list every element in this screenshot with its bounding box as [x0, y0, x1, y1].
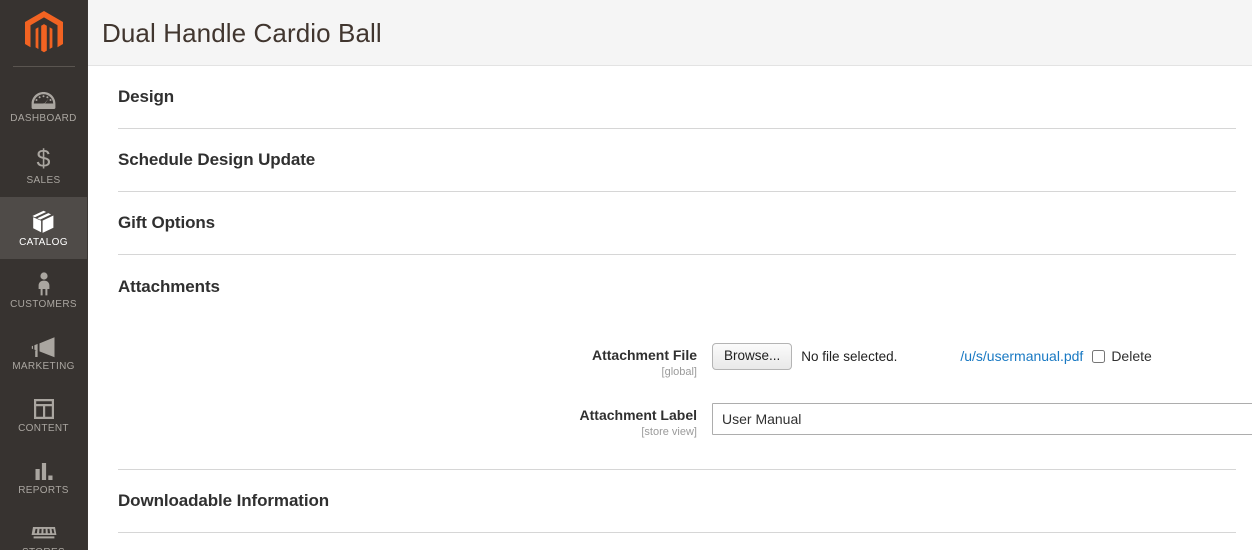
- page-header: Dual Handle Cardio Ball: [88, 0, 1252, 66]
- sidebar-item-reports[interactable]: REPORTS: [0, 445, 87, 507]
- box-icon: [31, 208, 56, 234]
- no-file-selected-text: No file selected.: [801, 348, 898, 364]
- attachment-label-input[interactable]: [712, 403, 1252, 435]
- attachment-label-control: [712, 403, 1252, 435]
- layout-grid-icon: [33, 394, 55, 420]
- sidebar-item-catalog[interactable]: CATALOG: [0, 197, 87, 259]
- magento-logo-icon: [24, 11, 63, 53]
- product-form-sections: Design Schedule Design Update Gift Optio…: [88, 66, 1252, 533]
- sidebar-label-marketing: MARKETING: [12, 361, 75, 372]
- section-title-schedule-design-update[interactable]: Schedule Design Update: [118, 129, 1236, 191]
- section-design[interactable]: Design: [118, 66, 1236, 129]
- sidebar-label-sales: SALES: [26, 175, 61, 186]
- sidebar-item-sales[interactable]: $ SALES: [0, 135, 87, 197]
- attachment-file-control: Browse... No file selected. /u/s/userman…: [712, 343, 1152, 370]
- section-gift-options[interactable]: Gift Options: [118, 192, 1236, 255]
- sidebar-item-marketing[interactable]: MARKETING: [0, 321, 87, 383]
- dollar-sign-icon: $: [36, 145, 51, 173]
- section-title-attachments[interactable]: Attachments: [118, 255, 1236, 315]
- section-title-gift-options[interactable]: Gift Options: [118, 192, 1236, 254]
- attachment-label-label-group: Attachment Label [store view]: [118, 403, 712, 439]
- sidebar-item-dashboard[interactable]: DASHBOARD: [0, 73, 87, 135]
- sidebar-label-content: CONTENT: [18, 423, 69, 434]
- file-input-group[interactable]: Browse... No file selected.: [712, 343, 897, 370]
- page-title: Dual Handle Cardio Ball: [102, 17, 382, 48]
- section-attachments: Attachments Attachment File [global] Bro…: [118, 255, 1252, 470]
- dashboard-gauge-icon: [31, 84, 56, 110]
- attachment-file-scope: [global]: [661, 366, 697, 378]
- attachment-file-label: Attachment File: [591, 347, 697, 363]
- attachments-body: Attachment File [global] Browse... No fi…: [118, 315, 1252, 469]
- section-downloadable-information[interactable]: Downloadable Information: [118, 470, 1236, 533]
- admin-sidebar: DASHBOARD $ SALES CATALOG CUSTOMERS MARK…: [0, 0, 88, 550]
- delete-attachment-label[interactable]: Delete: [1111, 348, 1151, 365]
- sidebar-label-reports: REPORTS: [18, 485, 69, 496]
- sidebar-item-stores[interactable]: STORES: [0, 507, 87, 550]
- sidebar-label-dashboard: DASHBOARD: [10, 113, 77, 124]
- magento-logo[interactable]: [0, 0, 87, 66]
- attachment-label-scope: [store view]: [641, 426, 697, 438]
- attachment-file-link[interactable]: /u/s/usermanual.pdf: [960, 348, 1083, 365]
- attachment-label-row: Attachment Label [store view]: [118, 403, 1252, 439]
- delete-attachment-group[interactable]: Delete: [1092, 348, 1152, 365]
- main-content: Dual Handle Cardio Ball Design Schedule …: [88, 0, 1252, 550]
- storefront-icon: [31, 518, 57, 544]
- magento-admin-page: DASHBOARD $ SALES CATALOG CUSTOMERS MARK…: [0, 0, 1252, 550]
- sidebar-item-customers[interactable]: CUSTOMERS: [0, 259, 87, 321]
- section-schedule-design-update[interactable]: Schedule Design Update: [118, 129, 1236, 192]
- section-title-design[interactable]: Design: [118, 66, 1236, 128]
- sidebar-label-customers: CUSTOMERS: [10, 299, 77, 310]
- browse-button[interactable]: Browse...: [712, 343, 793, 370]
- bar-chart-icon: [33, 456, 55, 482]
- attachment-file-label-group: Attachment File [global]: [118, 343, 712, 379]
- megaphone-icon: [31, 332, 56, 358]
- attachment-label-label: Attachment Label: [579, 407, 697, 423]
- sidebar-label-catalog: CATALOG: [19, 237, 68, 248]
- section-title-downloadable-information[interactable]: Downloadable Information: [118, 470, 1236, 532]
- sidebar-divider: [12, 66, 75, 67]
- attachment-file-row: Attachment File [global] Browse... No fi…: [118, 343, 1236, 379]
- delete-attachment-checkbox[interactable]: [1092, 350, 1106, 363]
- person-icon: [36, 270, 52, 296]
- sidebar-item-content[interactable]: CONTENT: [0, 383, 87, 445]
